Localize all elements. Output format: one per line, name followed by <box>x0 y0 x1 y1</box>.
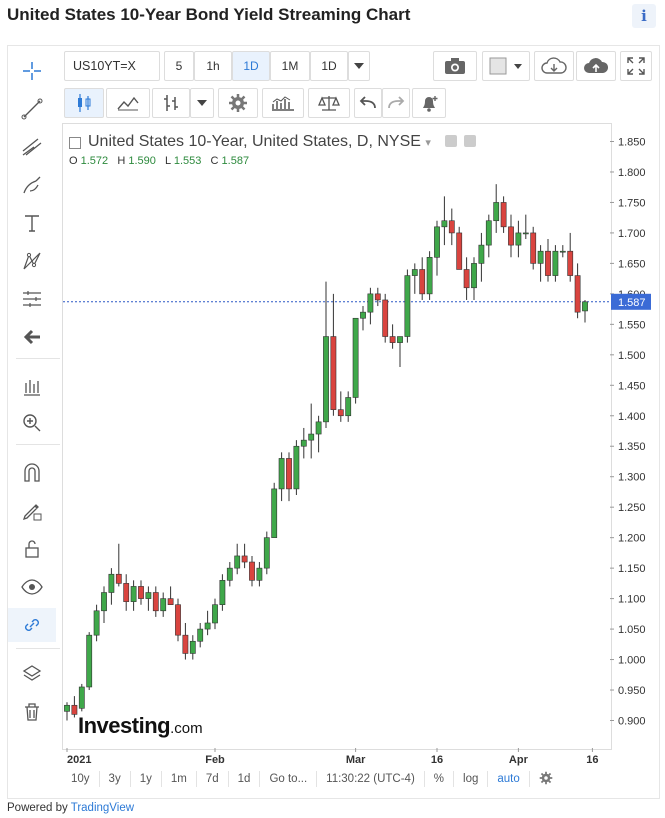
zoom-in-icon[interactable] <box>8 406 56 440</box>
low-label: L <box>165 155 171 167</box>
eye-icon[interactable] <box>8 570 56 604</box>
tradingview-link[interactable]: TradingView <box>71 802 134 814</box>
dropdown-arrow-icon[interactable] <box>190 88 214 118</box>
toolbar-divider <box>16 358 60 359</box>
range-1m-button[interactable]: 1m <box>162 771 197 787</box>
low-value: 1.553 <box>173 155 202 167</box>
legend-title-text[interactable]: United States 10-Year, United States, D,… <box>88 133 421 150</box>
log-toggle[interactable]: log <box>454 771 489 787</box>
high-label: H <box>117 155 126 167</box>
symbol-input[interactable]: US10YT=X <box>64 51 160 81</box>
info-icon[interactable]: i <box>632 4 656 28</box>
compare-icon[interactable] <box>262 88 304 118</box>
unlock-icon[interactable] <box>8 532 56 566</box>
range-3y-button[interactable]: 3y <box>100 771 131 787</box>
crosshair-icon[interactable] <box>8 54 56 88</box>
logo-text: Investing <box>78 713 171 738</box>
brush-icon[interactable] <box>8 168 56 202</box>
measure-icon[interactable] <box>8 282 56 316</box>
trash-icon[interactable] <box>8 695 56 729</box>
indicator-icon[interactable] <box>106 88 150 118</box>
fullscreen-icon[interactable] <box>620 51 652 81</box>
indicators-icon[interactable] <box>8 370 56 404</box>
range-7d-button[interactable]: 7d <box>197 771 229 787</box>
legend-dropdown-icon[interactable]: ▾ <box>425 137 431 149</box>
goto-button[interactable]: Go to... <box>260 771 318 787</box>
interval-1d-button[interactable]: 1D <box>232 51 270 81</box>
open-value: 1.572 <box>80 155 109 167</box>
interval-1h-button[interactable]: 1h <box>194 51 232 81</box>
percent-toggle[interactable]: % <box>425 771 455 787</box>
cloud-download-icon[interactable] <box>534 51 574 81</box>
auto-toggle[interactable]: auto <box>488 771 530 787</box>
close-value: 1.587 <box>221 155 250 167</box>
page-title: United States 10-Year Bond Yield Streami… <box>7 5 411 24</box>
bar-type-icon[interactable] <box>152 88 190 118</box>
bottom-bar: 10y 3y 1y 1m 7d 1d Go to... 11:30:22 (UT… <box>62 768 650 790</box>
eye-toggle-icon[interactable] <box>445 135 458 147</box>
clock-display: 11:30:22 (UTC-4) <box>317 771 425 787</box>
investing-logo: Investing.com <box>78 713 203 739</box>
settings-small-icon[interactable] <box>463 135 476 147</box>
close-label: C <box>210 155 219 167</box>
powered-by-text: Powered by <box>7 802 68 814</box>
powered-by: Powered by TradingView <box>7 802 134 814</box>
open-label: O <box>69 155 78 167</box>
link-icon[interactable] <box>8 608 56 642</box>
lock-draw-icon[interactable] <box>8 494 56 528</box>
alert-icon[interactable] <box>412 88 446 118</box>
chart-pane[interactable] <box>62 123 612 750</box>
ohlc-values: O 1.572 H 1.590 L 1.553 C 1.587 <box>69 155 249 167</box>
interval-dropdown-button[interactable]: 1D <box>310 51 348 81</box>
bottom-gear-icon[interactable] <box>530 771 562 787</box>
toolbar-divider <box>16 444 60 445</box>
high-value: 1.590 <box>128 155 156 167</box>
interval-1m-button[interactable]: 1M <box>270 51 310 81</box>
magnet-icon[interactable] <box>8 456 56 490</box>
chevron-down-icon[interactable] <box>348 51 370 81</box>
camera-icon[interactable] <box>433 51 477 81</box>
pitchfork-icon[interactable] <box>8 130 56 164</box>
chart-legend-title: United States 10-Year, United States, D,… <box>69 133 476 151</box>
range-10y-button[interactable]: 10y <box>62 771 100 787</box>
color-square-icon[interactable] <box>482 51 530 81</box>
candle-style-icon[interactable] <box>64 88 104 118</box>
trend-line-icon[interactable] <box>8 92 56 126</box>
gear-icon[interactable] <box>218 88 258 118</box>
cloud-upload-icon[interactable] <box>576 51 616 81</box>
toolbar-divider <box>16 648 60 649</box>
collapse-legend-icon[interactable] <box>69 137 81 149</box>
undo-icon[interactable] <box>354 88 382 118</box>
scale-icon[interactable] <box>308 88 350 118</box>
redo-icon[interactable] <box>382 88 410 118</box>
layers-icon[interactable] <box>8 657 56 691</box>
logo-suffix: .com <box>170 720 203 737</box>
text-icon[interactable] <box>8 206 56 240</box>
pattern-icon[interactable] <box>8 244 56 278</box>
interval-5-button[interactable]: 5 <box>164 51 194 81</box>
range-1d-button[interactable]: 1d <box>229 771 261 787</box>
range-1y-button[interactable]: 1y <box>131 771 162 787</box>
back-arrow-icon[interactable] <box>8 320 56 354</box>
